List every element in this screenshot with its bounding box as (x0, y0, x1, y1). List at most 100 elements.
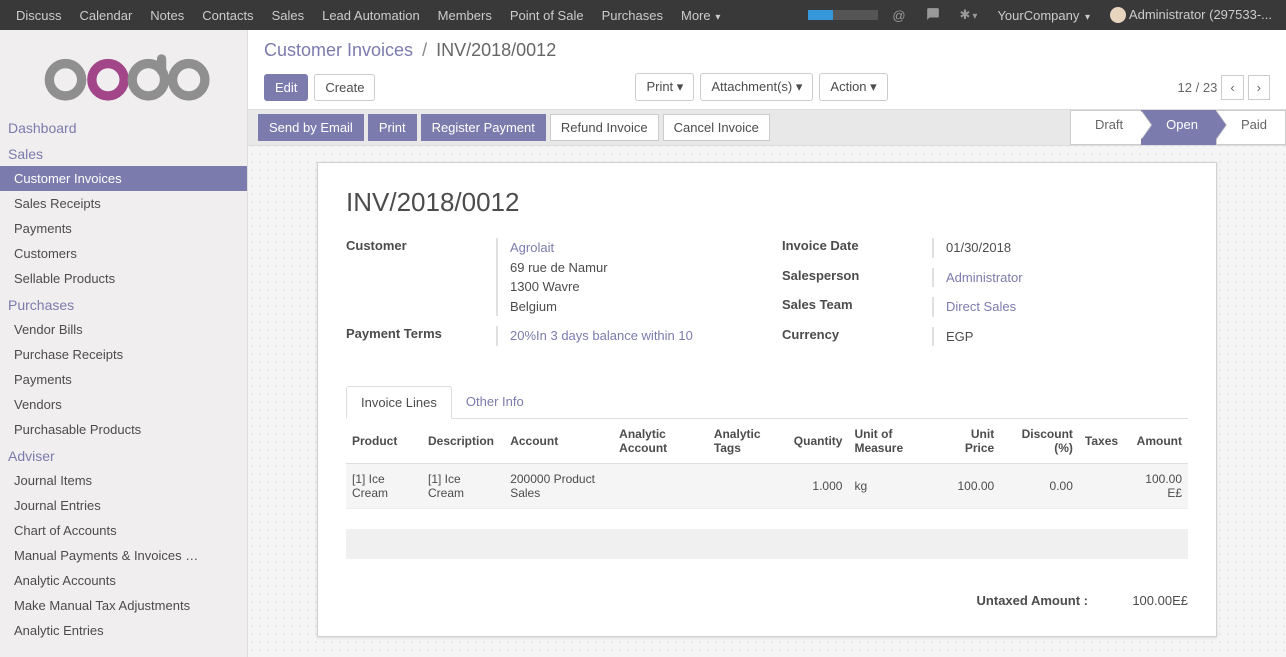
col-unit-price: Unit Price (938, 419, 1000, 464)
nav-purchases[interactable]: Purchases (594, 2, 671, 29)
sidebar: DashboardSalesCustomer InvoicesSales Rec… (0, 30, 248, 657)
main-menu: DiscussCalendarNotesContactsSalesLead Au… (8, 2, 728, 29)
customer-country: Belgium (510, 299, 557, 314)
sidebar-item-payments[interactable]: Payments (0, 216, 247, 241)
pager-text: 12 / 23 (1178, 80, 1218, 95)
create-button[interactable]: Create (314, 74, 375, 101)
col-quantity: Quantity (788, 419, 849, 464)
col-description: Description (422, 419, 504, 464)
section-dashboard[interactable]: Dashboard (0, 114, 247, 140)
at-icon[interactable]: @ (886, 8, 911, 23)
customer-link[interactable]: Agrolait (510, 240, 554, 255)
stage-draft[interactable]: Draft (1070, 110, 1142, 145)
cell-taxes (1079, 464, 1124, 509)
main-content: Customer Invoices / INV/2018/0012 Edit C… (248, 30, 1286, 657)
cell-uom: kg (848, 464, 938, 509)
pager-next[interactable]: › (1248, 75, 1270, 100)
invoice-date: 01/30/2018 (932, 238, 1188, 258)
payment-terms-link[interactable]: 20%In 3 days balance within 10 (510, 328, 693, 343)
nav-point-of-sale[interactable]: Point of Sale (502, 2, 592, 29)
nav-calendar[interactable]: Calendar (72, 2, 141, 29)
top-navbar: DiscussCalendarNotesContactsSalesLead Au… (0, 0, 1286, 30)
sidebar-item-make-manual-tax-adjustments[interactable]: Make Manual Tax Adjustments (0, 593, 247, 618)
nav-members[interactable]: Members (430, 2, 500, 29)
bug-icon[interactable]: ✱▾ (954, 7, 984, 23)
sidebar-item-manual-payments-invoices-[interactable]: Manual Payments & Invoices … (0, 543, 247, 568)
breadcrumb-current: INV/2018/0012 (436, 40, 556, 60)
section-adviser[interactable]: Adviser (0, 442, 247, 468)
stage-open[interactable]: Open (1141, 110, 1217, 145)
col-product: Product (346, 419, 422, 464)
send-email-button[interactable]: Send by Email (258, 114, 364, 141)
tab-invoice-lines[interactable]: Invoice Lines (346, 386, 452, 419)
company-switcher[interactable]: YourCompany ▾ (991, 8, 1096, 23)
cell-discount: 0.00 (1000, 464, 1079, 509)
salesperson-link[interactable]: Administrator (946, 270, 1023, 285)
col-amount: Amount (1124, 419, 1188, 464)
sidebar-item-payments[interactable]: Payments (0, 367, 247, 392)
sidebar-item-sales-receipts[interactable]: Sales Receipts (0, 191, 247, 216)
col-analytic-account: Analytic Account (613, 419, 708, 464)
sales-team-link[interactable]: Direct Sales (946, 299, 1016, 314)
print-button[interactable]: Print (368, 114, 417, 141)
print-dropdown[interactable]: Print ▾ (635, 73, 694, 101)
sidebar-item-vendors[interactable]: Vendors (0, 392, 247, 417)
breadcrumb: Customer Invoices / INV/2018/0012 (264, 40, 1270, 61)
nav-contacts[interactable]: Contacts (194, 2, 261, 29)
sidebar-item-customer-invoices[interactable]: Customer Invoices (0, 166, 247, 191)
nav-more[interactable]: More ▾ (673, 2, 728, 29)
user-menu[interactable]: Administrator (297533-... (1104, 7, 1278, 24)
section-purchases[interactable]: Purchases (0, 291, 247, 317)
status-bar: DraftOpenPaid (1071, 110, 1286, 145)
chat-icon[interactable] (920, 7, 946, 24)
section-sales[interactable]: Sales (0, 140, 247, 166)
sidebar-item-chart-of-accounts[interactable]: Chart of Accounts (0, 518, 247, 543)
sidebar-item-analytic-accounts[interactable]: Analytic Accounts (0, 568, 247, 593)
nav-sales[interactable]: Sales (264, 2, 313, 29)
register-payment-button[interactable]: Register Payment (421, 114, 546, 141)
pager-prev[interactable]: ‹ (1221, 75, 1243, 100)
refund-invoice-button[interactable]: Refund Invoice (550, 114, 659, 141)
col-taxes: Taxes (1079, 419, 1124, 464)
cell-account: 200000 Product Sales (504, 464, 613, 509)
currency-label: Currency (782, 327, 932, 342)
nav-notes[interactable]: Notes (142, 2, 192, 29)
sidebar-item-journal-entries[interactable]: Journal Entries (0, 493, 247, 518)
sidebar-item-sellable-products[interactable]: Sellable Products (0, 266, 247, 291)
sidebar-item-vendor-bills[interactable]: Vendor Bills (0, 317, 247, 342)
col-analytic-tags: Analytic Tags (708, 419, 788, 464)
invoice-lines-table: Product Description Account Analytic Acc… (346, 419, 1188, 509)
sidebar-item-customers[interactable]: Customers (0, 241, 247, 266)
sidebar-item-purchasable-products[interactable]: Purchasable Products (0, 417, 247, 442)
cell-quantity: 1.000 (788, 464, 849, 509)
col-discount: Discount (%) (1000, 419, 1079, 464)
form-sheet: INV/2018/0012 Customer Agrolait 69 rue d… (317, 162, 1217, 637)
untaxed-label: Untaxed Amount : (938, 593, 1088, 608)
nav-discuss[interactable]: Discuss (8, 2, 70, 29)
sidebar-item-journal-items[interactable]: Journal Items (0, 468, 247, 493)
sidebar-item-purchase-receipts[interactable]: Purchase Receipts (0, 342, 247, 367)
cancel-invoice-button[interactable]: Cancel Invoice (663, 114, 770, 141)
col-account: Account (504, 419, 613, 464)
cell-product: [1] Ice Cream (346, 464, 422, 509)
tab-other-info[interactable]: Other Info (452, 386, 538, 418)
invoice-date-label: Invoice Date (782, 238, 932, 253)
attachments-dropdown[interactable]: Attachment(s) ▾ (700, 73, 813, 101)
payment-terms-label: Payment Terms (346, 326, 496, 341)
edit-button[interactable]: Edit (264, 74, 308, 101)
salesperson-label: Salesperson (782, 268, 932, 283)
invoice-title: INV/2018/0012 (346, 187, 1188, 218)
sidebar-item-analytic-entries[interactable]: Analytic Entries (0, 618, 247, 643)
spacer (346, 529, 1188, 559)
breadcrumb-parent[interactable]: Customer Invoices (264, 40, 413, 60)
cell-unit_price: 100.00 (938, 464, 1000, 509)
action-dropdown[interactable]: Action ▾ (819, 73, 887, 101)
customer-addr2: 1300 Wavre (510, 279, 580, 294)
nav-lead-automation[interactable]: Lead Automation (314, 2, 428, 29)
cell-analytic_account (613, 464, 708, 509)
logo (0, 30, 247, 114)
customer-addr1: 69 rue de Namur (510, 260, 608, 275)
currency-value: EGP (932, 327, 1188, 347)
col-uom: Unit of Measure (848, 419, 938, 464)
table-row[interactable]: [1] Ice Cream[1] Ice Cream200000 Product… (346, 464, 1188, 509)
